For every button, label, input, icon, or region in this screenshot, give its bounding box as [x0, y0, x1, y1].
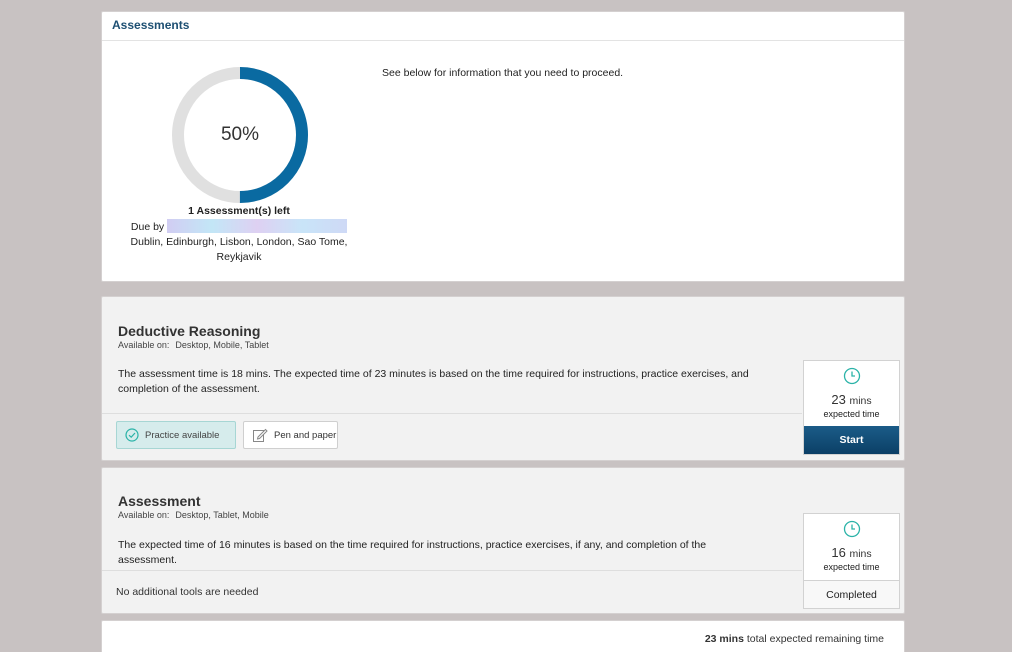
assessments-left-count: 1 Assessment(s) left — [188, 205, 290, 217]
no-tools-message: No additional tools are needed — [116, 586, 259, 598]
assessment-title: Assessment — [118, 493, 201, 509]
pen-and-paper-chip[interactable]: Pen and paper — [243, 421, 338, 449]
card-divider — [102, 413, 802, 414]
available-label: Available on: — [118, 510, 170, 520]
assessment-description: The assessment time is 18 mins. The expe… — [118, 368, 749, 395]
info-message: See below for information that you need … — [382, 67, 624, 79]
assessment-title: Deductive Reasoning — [118, 323, 261, 339]
expected-time-box: 23 mins expected time Start — [803, 360, 900, 455]
clock-icon — [843, 520, 860, 538]
assessment-card-deductive-reasoning: Deductive Reasoning Available on: Desktop… — [101, 296, 905, 461]
time-number: 23 — [831, 392, 846, 407]
available-platforms: Desktop, Mobile, Tablet — [175, 340, 269, 350]
completed-status: Completed — [804, 580, 899, 608]
time-unit: mins — [849, 548, 872, 560]
assessment-card-assessment: Assessment Available on: Desktop, Tablet,… — [101, 467, 905, 614]
due-date-line: Due by — [130, 219, 348, 235]
clock-icon — [843, 367, 860, 385]
available-label: Available on: — [118, 340, 170, 350]
due-info: 1 Assessment(s) left Due by Dublin, Edin… — [124, 204, 354, 265]
progress-donut: 50% — [170, 65, 310, 205]
check-circle-icon — [125, 428, 139, 442]
assessment-description: The expected time of 16 minutes is based… — [118, 539, 707, 566]
panel-title: Assessments — [102, 12, 904, 41]
due-label: Due by — [130, 221, 165, 233]
start-button[interactable]: Start — [804, 426, 899, 454]
time-number: 16 — [831, 545, 846, 560]
available-on: Available on: Desktop, Tablet, Mobile — [118, 510, 269, 520]
available-platforms: Desktop, Tablet, Mobile — [175, 510, 269, 520]
total-time-value: 23 mins — [704, 633, 744, 645]
progress-percent: 50% — [220, 124, 260, 145]
timezone-label: Dublin, Edinburgh, Lisbon, London, Sao T… — [130, 236, 348, 263]
expected-time-box: 16 mins expected time Completed — [803, 513, 900, 609]
time-unit: mins — [849, 395, 872, 407]
total-time-text: total expected remaining time — [746, 633, 884, 645]
total-time-panel: 23 mins total expected remaining time — [101, 620, 905, 652]
available-on: Available on: Desktop, Mobile, Tablet — [118, 340, 269, 350]
total-remaining-time: 23 mins total expected remaining time — [705, 633, 884, 645]
pencil-edit-icon — [253, 428, 268, 442]
expected-time-label: expected time — [823, 409, 880, 419]
practice-available-label: Practice available — [145, 429, 220, 441]
card-divider — [102, 570, 802, 571]
pen-and-paper-label: Pen and paper — [274, 429, 337, 441]
expected-time-value: 23 mins — [804, 392, 899, 407]
assessments-summary-panel: Assessments 50% 1 Assessment(s) left Due… — [101, 11, 905, 282]
expected-time-label: expected time — [823, 562, 880, 572]
practice-available-chip[interactable]: Practice available — [116, 421, 236, 449]
expected-time-value: 16 mins — [804, 545, 899, 560]
redacted-due-date — [167, 219, 348, 233]
